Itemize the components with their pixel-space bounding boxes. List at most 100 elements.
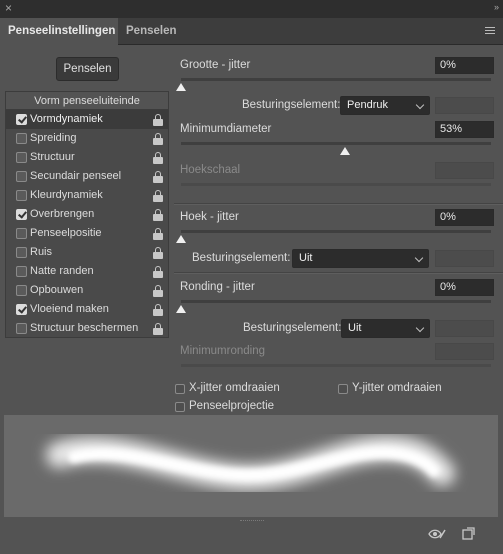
list-item[interactable]: Spreiding: [6, 129, 168, 148]
tilt-scale-label: Hoekschaal: [180, 164, 241, 176]
size-control-label: Besturingselement:: [242, 99, 341, 111]
angle-jitter-slider[interactable]: [181, 230, 491, 233]
brushes-button[interactable]: Penselen: [56, 57, 119, 81]
angle-control-extra: [435, 250, 494, 267]
lock-icon[interactable]: [153, 209, 163, 221]
list-item[interactable]: Natte randen: [6, 262, 168, 281]
tab-bar: Penseelinstellingen Penselen: [0, 18, 503, 46]
min-diameter-slider[interactable]: [181, 142, 491, 145]
list-item[interactable]: Vloeiend maken: [6, 300, 168, 319]
brush-stroke-image: [46, 435, 455, 491]
list-item[interactable]: Opbouwen: [6, 281, 168, 300]
checkbox[interactable]: [16, 247, 27, 258]
close-icon[interactable]: ×: [5, 1, 12, 15]
list-item-label: Overbrengen: [30, 208, 95, 220]
brush-tip-shape-item[interactable]: Vorm penseeluiteinde: [6, 92, 168, 110]
lock-icon[interactable]: [153, 247, 163, 259]
size-jitter-input[interactable]: 0%: [435, 57, 494, 74]
angle-jitter-slider-thumb[interactable]: [176, 235, 186, 243]
list-item-label: Natte randen: [30, 265, 94, 277]
size-control-value: Pendruk: [347, 99, 388, 111]
new-brush-icon[interactable]: [461, 527, 475, 541]
eye-brush-icon[interactable]: [428, 527, 446, 541]
lock-icon[interactable]: [153, 133, 163, 145]
list-item[interactable]: Secundair penseel: [6, 167, 168, 186]
panel-titlebar: × »: [0, 0, 503, 18]
flip-x-label: X-jitter omdraaien: [189, 382, 280, 394]
list-item[interactable]: Kleurdynamiek: [6, 186, 168, 205]
angle-control-select[interactable]: Uit: [292, 249, 429, 268]
lock-icon[interactable]: [153, 285, 163, 297]
divider: [174, 204, 503, 205]
list-item[interactable]: Vormdynamiek: [6, 110, 168, 129]
lock-icon[interactable]: [153, 323, 163, 335]
size-control-select[interactable]: Pendruk: [340, 96, 430, 115]
list-item[interactable]: Structuur beschermen: [6, 319, 168, 338]
lock-icon[interactable]: [153, 152, 163, 164]
brush-settings-list: Vorm penseeluiteinde Vormdynamiek Spreidi…: [5, 91, 169, 338]
lock-icon[interactable]: [153, 190, 163, 202]
divider: [174, 273, 503, 274]
brush-projection-checkbox[interactable]: Penseelprojectie: [175, 400, 274, 412]
lock-icon[interactable]: [153, 304, 163, 316]
chevron-down-icon: [415, 323, 425, 333]
list-item-label: Opbouwen: [30, 284, 84, 296]
roundness-control-select[interactable]: Uit: [341, 319, 430, 338]
checkbox-box: [175, 402, 185, 412]
checkbox[interactable]: [16, 285, 27, 296]
flip-x-checkbox[interactable]: X-jitter omdraaien: [175, 382, 280, 394]
checkbox[interactable]: [16, 209, 27, 220]
list-item-label: Vormdynamiek: [30, 113, 103, 125]
tilt-scale-input: [435, 162, 494, 179]
tilt-scale-slider: [181, 183, 491, 186]
checkbox[interactable]: [16, 266, 27, 277]
checkbox[interactable]: [16, 228, 27, 239]
list-item[interactable]: Overbrengen: [6, 205, 168, 224]
checkbox[interactable]: [16, 190, 27, 201]
min-roundness-slider: [181, 364, 491, 367]
checkbox[interactable]: [16, 133, 27, 144]
roundness-jitter-slider[interactable]: [181, 300, 491, 303]
list-item-label: Penseelpositie: [30, 227, 102, 239]
list-item[interactable]: Ruis: [6, 243, 168, 262]
size-jitter-label: Grootte - jitter: [180, 59, 251, 71]
angle-control-label: Besturingselement:: [192, 252, 291, 264]
checkbox[interactable]: [16, 171, 27, 182]
lock-icon[interactable]: [153, 228, 163, 240]
flip-y-checkbox[interactable]: Y-jitter omdraaien: [338, 382, 442, 394]
checkbox[interactable]: [16, 304, 27, 315]
min-roundness-input: [435, 343, 494, 360]
roundness-jitter-slider-thumb[interactable]: [176, 305, 186, 313]
angle-jitter-input[interactable]: 0%: [435, 209, 494, 226]
checkbox[interactable]: [16, 114, 27, 125]
list-item[interactable]: Structuur: [6, 148, 168, 167]
panel-footer: [0, 519, 503, 554]
brush-stroke-preview: [4, 415, 498, 517]
checkbox[interactable]: [16, 152, 27, 163]
min-diameter-input[interactable]: 53%: [435, 121, 494, 138]
lock-icon[interactable]: [153, 171, 163, 183]
roundness-jitter-input[interactable]: 0%: [435, 279, 494, 296]
list-item-label: Kleurdynamiek: [30, 189, 103, 201]
tab-brushes[interactable]: Penselen: [118, 18, 185, 45]
min-diameter-slider-thumb[interactable]: [340, 147, 351, 155]
roundness-control-label: Besturingselement:: [243, 322, 342, 334]
size-jitter-slider[interactable]: [181, 78, 491, 81]
list-item-label: Spreiding: [30, 132, 77, 144]
list-item-label: Structuur: [30, 151, 75, 163]
list-item[interactable]: Penseelpositie: [6, 224, 168, 243]
angle-control-value: Uit: [299, 252, 313, 264]
lock-icon[interactable]: [153, 114, 163, 126]
hamburger-icon[interactable]: [485, 27, 495, 36]
collapse-icon[interactable]: »: [494, 2, 499, 12]
lock-icon[interactable]: [153, 266, 163, 278]
resize-grip[interactable]: [240, 520, 264, 522]
flip-y-label: Y-jitter omdraaien: [352, 382, 442, 394]
roundness-jitter-label: Ronding - jitter: [180, 281, 255, 293]
chevron-down-icon: [415, 100, 425, 110]
tab-brush-settings[interactable]: Penseelinstellingen: [0, 18, 118, 46]
size-jitter-slider-thumb[interactable]: [176, 83, 186, 91]
chevron-down-icon: [414, 253, 424, 263]
roundness-control-value: Uit: [348, 322, 362, 334]
checkbox[interactable]: [16, 323, 27, 334]
